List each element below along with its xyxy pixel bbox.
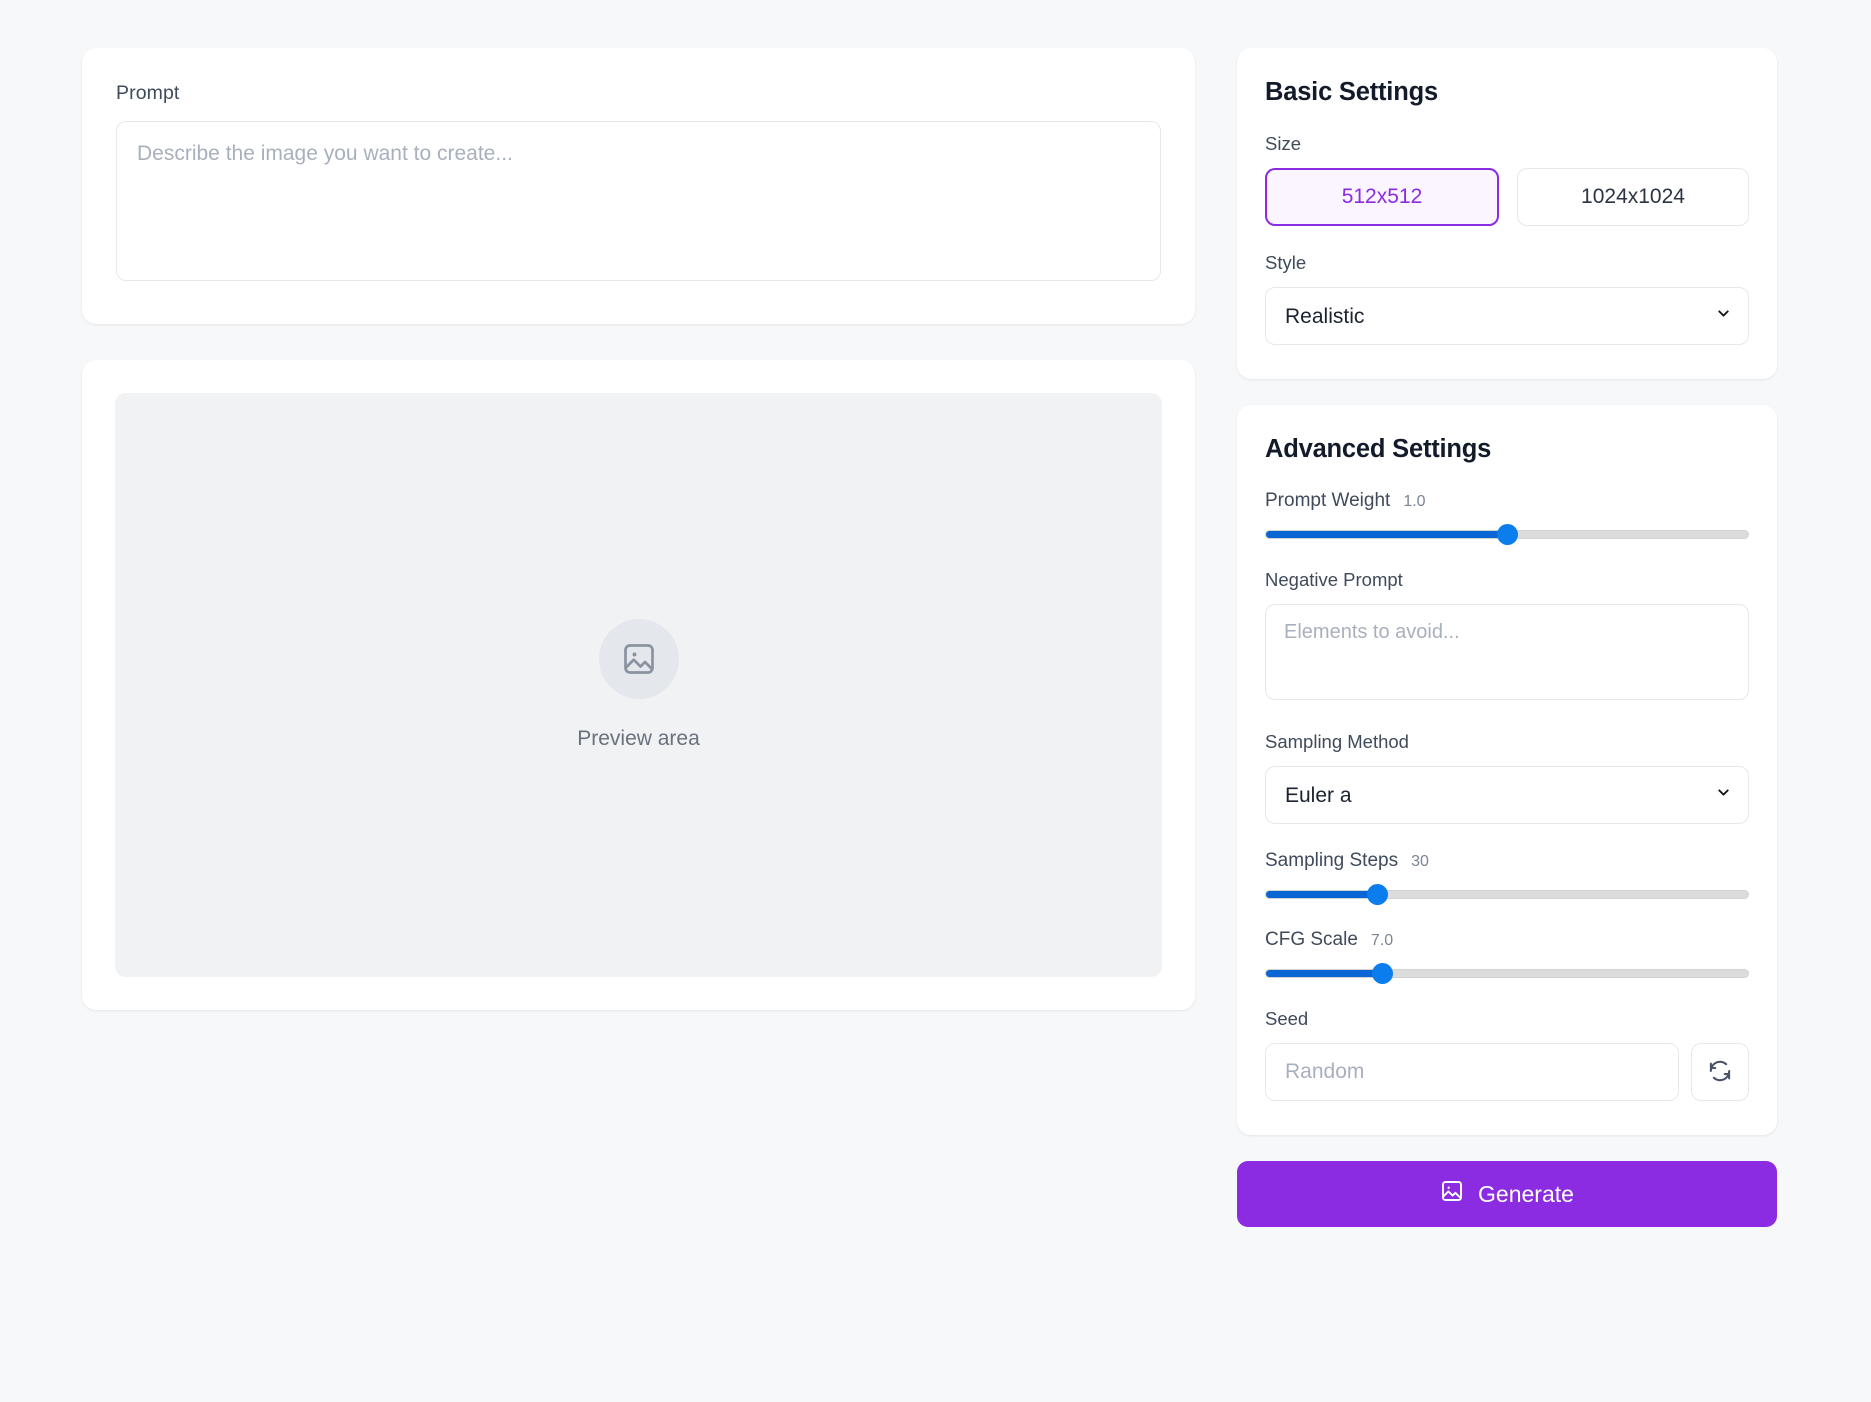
- prompt-weight-value: 1.0: [1403, 493, 1426, 510]
- preview-label: Preview area: [577, 727, 700, 750]
- preview-card: Preview area: [82, 360, 1195, 1010]
- generate-button-label: Generate: [1478, 1180, 1574, 1207]
- prompt-card: Prompt: [82, 48, 1195, 324]
- preview-area: Preview area: [115, 393, 1162, 977]
- seed-input[interactable]: [1265, 1043, 1679, 1101]
- image-icon: [1440, 1179, 1464, 1209]
- negative-prompt-input[interactable]: [1265, 604, 1749, 700]
- prompt-weight-label: Prompt Weight: [1265, 490, 1391, 511]
- prompt-weight-header: Prompt Weight 1.0: [1265, 490, 1749, 512]
- sampling-steps-value: 30: [1411, 853, 1429, 870]
- prompt-label: Prompt: [116, 82, 180, 104]
- sampling-steps-header: Sampling Steps 30: [1265, 850, 1749, 872]
- advanced-settings-panel: Advanced Settings Prompt Weight 1.0 Nega…: [1237, 405, 1777, 1135]
- negative-prompt-label: Negative Prompt: [1265, 569, 1403, 590]
- cfg-scale-slider[interactable]: [1265, 969, 1749, 978]
- refresh-icon: [1707, 1058, 1733, 1087]
- sampling-method-select-wrap: Euler a: [1265, 766, 1749, 824]
- sampling-method-label: Sampling Method: [1265, 731, 1409, 752]
- seed-refresh-button[interactable]: [1691, 1043, 1749, 1101]
- style-select[interactable]: Realistic: [1265, 287, 1749, 345]
- app-root: Prompt Preview area Basic Settings Size: [0, 0, 1871, 1402]
- cfg-scale-value: 7.0: [1370, 932, 1394, 949]
- size-options: 512x512 1024x1024: [1265, 168, 1749, 226]
- seed-row: [1265, 1043, 1749, 1101]
- right-column: Basic Settings Size 512x512 1024x1024 St…: [1237, 48, 1777, 1227]
- size-label: Size: [1265, 133, 1301, 154]
- sampling-method-select[interactable]: Euler a: [1265, 766, 1749, 824]
- basic-settings-panel: Basic Settings Size 512x512 1024x1024 St…: [1237, 48, 1777, 379]
- cfg-scale-label: CFG Scale: [1265, 929, 1358, 950]
- basic-settings-title: Basic Settings: [1265, 78, 1438, 106]
- style-label: Style: [1265, 252, 1307, 273]
- left-column: Prompt Preview area: [82, 48, 1195, 1010]
- prompt-input[interactable]: [116, 121, 1161, 281]
- cfg-scale-header: CFG Scale 7.0: [1265, 929, 1749, 951]
- image-placeholder-icon: [598, 619, 679, 699]
- style-select-wrap: Realistic: [1265, 287, 1749, 345]
- size-option-512[interactable]: 512x512: [1265, 168, 1499, 226]
- prompt-weight-slider[interactable]: [1265, 530, 1749, 539]
- seed-label: Seed: [1265, 1008, 1309, 1029]
- advanced-settings-title: Advanced Settings: [1265, 435, 1492, 463]
- generate-button[interactable]: Generate: [1237, 1161, 1777, 1227]
- size-option-1024[interactable]: 1024x1024: [1517, 168, 1749, 226]
- sampling-steps-slider[interactable]: [1265, 890, 1749, 899]
- sampling-steps-label: Sampling Steps: [1265, 850, 1399, 871]
